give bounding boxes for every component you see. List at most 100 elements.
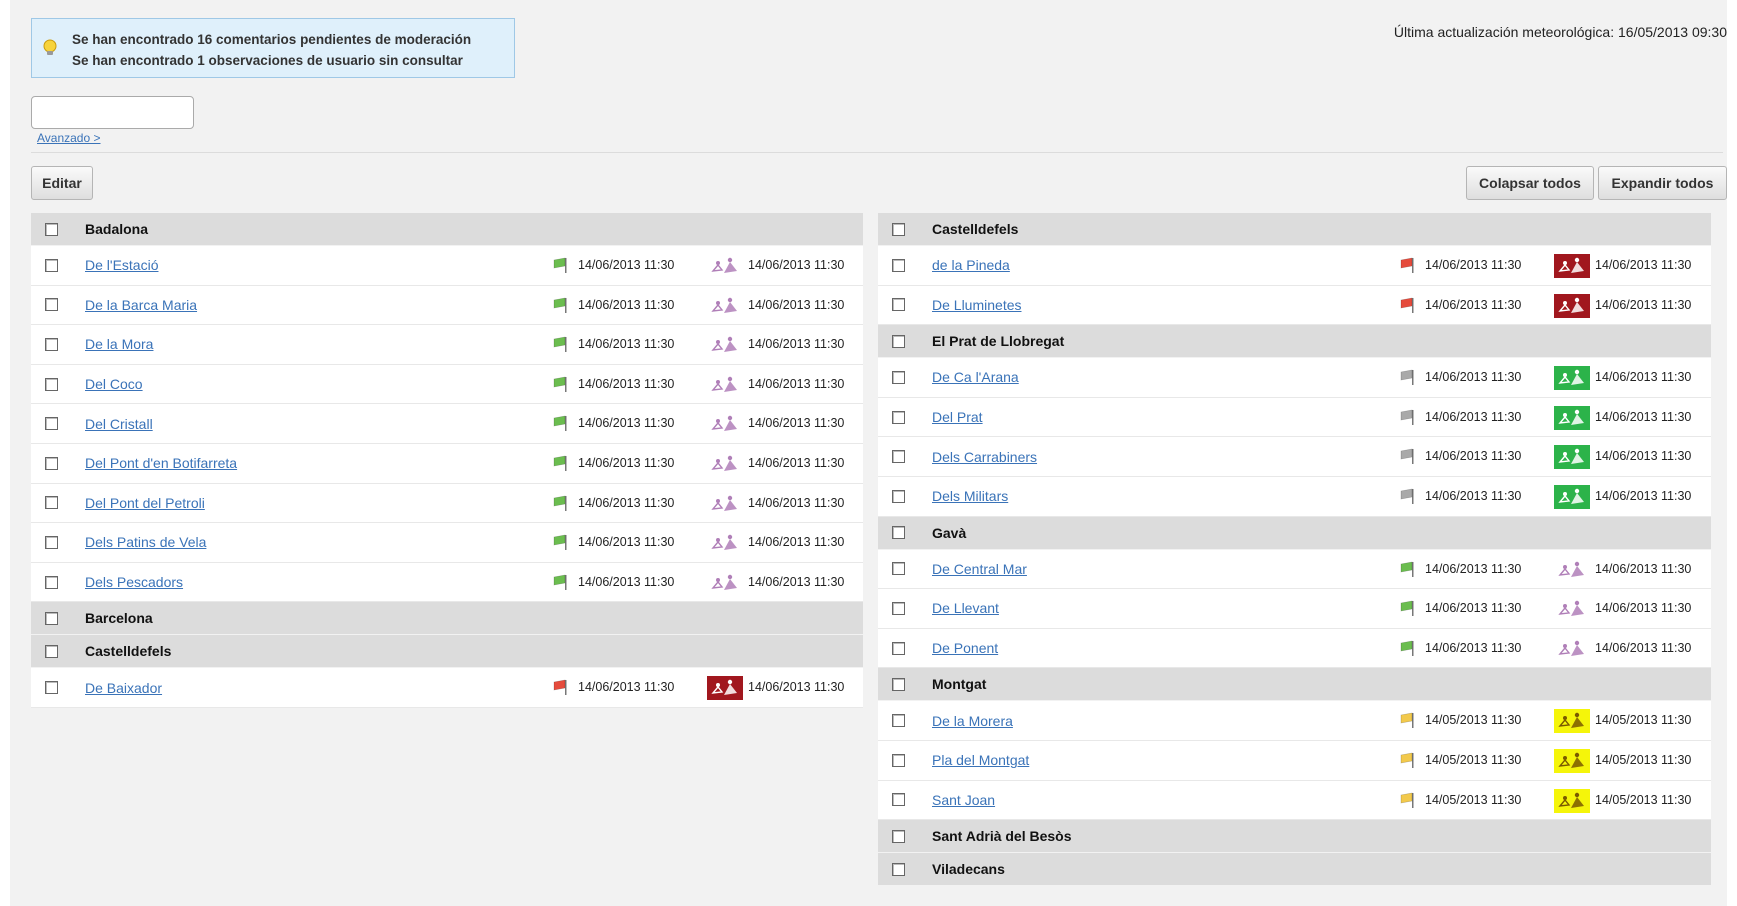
notice-comments: Se han encontrado 16 comentarios pendien… xyxy=(72,32,472,47)
flag-icon xyxy=(1400,561,1418,577)
beach-link[interactable]: De Lluminetes xyxy=(932,297,1022,313)
beach-checkbox[interactable] xyxy=(892,450,905,464)
flag-date: 14/06/2013 11:30 xyxy=(1425,297,1522,312)
group-name: Montgat xyxy=(932,676,987,693)
group-checkbox[interactable] xyxy=(45,611,58,625)
group-checkbox[interactable] xyxy=(892,862,905,876)
expand-all-button[interactable]: Expandir todos xyxy=(1598,166,1727,200)
flag-icon xyxy=(1400,752,1418,768)
surfer-icon xyxy=(707,531,743,555)
beach-link[interactable]: Dels Pescadors xyxy=(85,574,183,590)
collapse-all-button[interactable]: Colapsar todos xyxy=(1466,166,1594,200)
beach-checkbox[interactable] xyxy=(45,496,58,510)
group-checkbox[interactable] xyxy=(892,334,905,348)
group-header-castelldefels: Castelldefels xyxy=(878,213,1711,246)
beach-link[interactable]: Del Pont del Petroli xyxy=(85,495,205,511)
flag-date: 14/06/2013 11:30 xyxy=(578,495,675,510)
surfer-date: 14/06/2013 11:30 xyxy=(1595,258,1692,272)
beach-link[interactable]: De Baixador xyxy=(85,680,162,696)
surfer-icon xyxy=(1554,445,1590,470)
group-checkbox[interactable] xyxy=(892,829,905,843)
beach-link[interactable]: De Ponent xyxy=(932,640,998,656)
surfer-icon xyxy=(707,294,743,318)
flag-date: 14/06/2013 11:30 xyxy=(578,455,675,470)
flag-date: 14/06/2013 11:30 xyxy=(578,337,675,352)
beach-link[interactable]: De Ca l'Arana xyxy=(932,369,1019,385)
group-checkbox[interactable] xyxy=(45,222,58,236)
beach-row: De Central Mar 14/06/2013 11:30 14/06/2013… xyxy=(878,549,1711,590)
beach-checkbox[interactable] xyxy=(892,641,905,655)
group-checkbox[interactable] xyxy=(892,677,905,691)
group-checkbox[interactable] xyxy=(892,526,905,540)
beach-link[interactable]: de la Pineda xyxy=(932,257,1010,273)
beach-link[interactable]: De l'Estació xyxy=(85,257,158,273)
beach-checkbox[interactable] xyxy=(45,456,58,470)
flag-date: 14/06/2013 11:30 xyxy=(578,376,675,391)
beach-link[interactable]: De Llevant xyxy=(932,600,999,616)
lightbulb-icon xyxy=(42,39,58,63)
group-checkbox[interactable] xyxy=(45,644,58,658)
beach-link[interactable]: Del Pont d'en Botifarreta xyxy=(85,455,237,471)
beach-link[interactable]: Del Coco xyxy=(85,376,143,392)
beach-link[interactable]: Dels Patins de Vela xyxy=(85,534,206,550)
beach-checkbox[interactable] xyxy=(892,601,905,615)
flag-date: 14/06/2013 11:30 xyxy=(1425,561,1522,576)
beach-checkbox[interactable] xyxy=(45,575,58,589)
beach-checkbox[interactable] xyxy=(45,535,58,549)
surfer-icon xyxy=(707,373,743,397)
flag-date: 14/06/2013 11:30 xyxy=(578,535,675,550)
beach-link[interactable]: De la Morera xyxy=(932,713,1013,729)
surfer-date: 14/06/2013 11:30 xyxy=(748,535,845,550)
surfer-date: 14/06/2013 11:30 xyxy=(748,376,845,391)
beach-row: Dels Carrabiners 14/06/2013 11:30 14/06/20… xyxy=(878,437,1711,477)
group-header-el-prat-de-llobregat: El Prat de Llobregat xyxy=(878,325,1711,359)
surfer-date: 14/05/2013 11:30 xyxy=(1595,713,1692,728)
group-name: Sant Adrià del Besòs xyxy=(932,828,1072,845)
beach-link[interactable]: Pla del Montgat xyxy=(932,752,1029,768)
advanced-search-link[interactable]: Avanzado > xyxy=(37,131,101,145)
surfer-icon xyxy=(1554,405,1590,430)
edit-button[interactable]: Editar xyxy=(31,166,93,200)
surfer-icon xyxy=(707,254,743,278)
beach-checkbox[interactable] xyxy=(892,410,905,424)
search-input[interactable] xyxy=(31,96,194,129)
beach-link[interactable]: Del Prat xyxy=(932,409,983,425)
beach-checkbox[interactable] xyxy=(892,793,905,807)
beach-link[interactable]: Sant Joan xyxy=(932,792,995,808)
surfer-date: 14/06/2013 11:30 xyxy=(1595,370,1692,385)
surfer-icon xyxy=(707,571,743,595)
beach-row: Del Cristall 14/06/2013 11:30 14/06/2013 1… xyxy=(31,404,863,444)
surfer-icon xyxy=(1554,293,1590,318)
beach-checkbox[interactable] xyxy=(892,714,905,728)
beach-link[interactable]: Del Cristall xyxy=(85,416,153,432)
beach-checkbox[interactable] xyxy=(45,298,58,312)
surfer-date: 14/06/2013 11:30 xyxy=(1595,488,1692,503)
group-checkbox[interactable] xyxy=(892,222,905,236)
beach-link[interactable]: Dels Militars xyxy=(932,488,1008,504)
beach-checkbox[interactable] xyxy=(892,489,905,503)
beach-checkbox[interactable] xyxy=(45,258,58,272)
flag-date: 14/06/2013 11:30 xyxy=(578,416,675,431)
beach-checkbox[interactable] xyxy=(892,753,905,767)
beach-checkbox[interactable] xyxy=(892,258,905,272)
surfer-icon xyxy=(1554,748,1590,773)
group-name: Gavà xyxy=(932,524,967,541)
beach-checkbox[interactable] xyxy=(45,681,58,695)
beach-link[interactable]: De la Barca Maria xyxy=(85,297,197,313)
beach-link[interactable]: De Central Mar xyxy=(932,561,1027,577)
surfer-date: 14/06/2013 11:30 xyxy=(748,680,845,695)
group-name: Viladecans xyxy=(932,861,1005,878)
surfer-date: 14/06/2013 11:30 xyxy=(748,258,845,272)
beach-link[interactable]: Dels Carrabiners xyxy=(932,449,1037,465)
beach-link[interactable]: De la Mora xyxy=(85,336,153,352)
beach-checkbox[interactable] xyxy=(45,417,58,431)
beach-checkbox[interactable] xyxy=(892,562,905,576)
beach-row: de la Pineda 14/06/2013 11:30 14/06/2013 1… xyxy=(878,246,1711,286)
group-header-viladecans: Viladecans xyxy=(878,853,1711,887)
beach-checkbox[interactable] xyxy=(45,337,58,351)
beach-row: Pla del Montgat 14/05/2013 11:30 14/05/201… xyxy=(878,740,1711,781)
beach-checkbox[interactable] xyxy=(892,298,905,312)
beach-checkbox[interactable] xyxy=(45,377,58,391)
beach-checkbox[interactable] xyxy=(892,370,905,384)
surfer-icon xyxy=(1554,709,1590,734)
